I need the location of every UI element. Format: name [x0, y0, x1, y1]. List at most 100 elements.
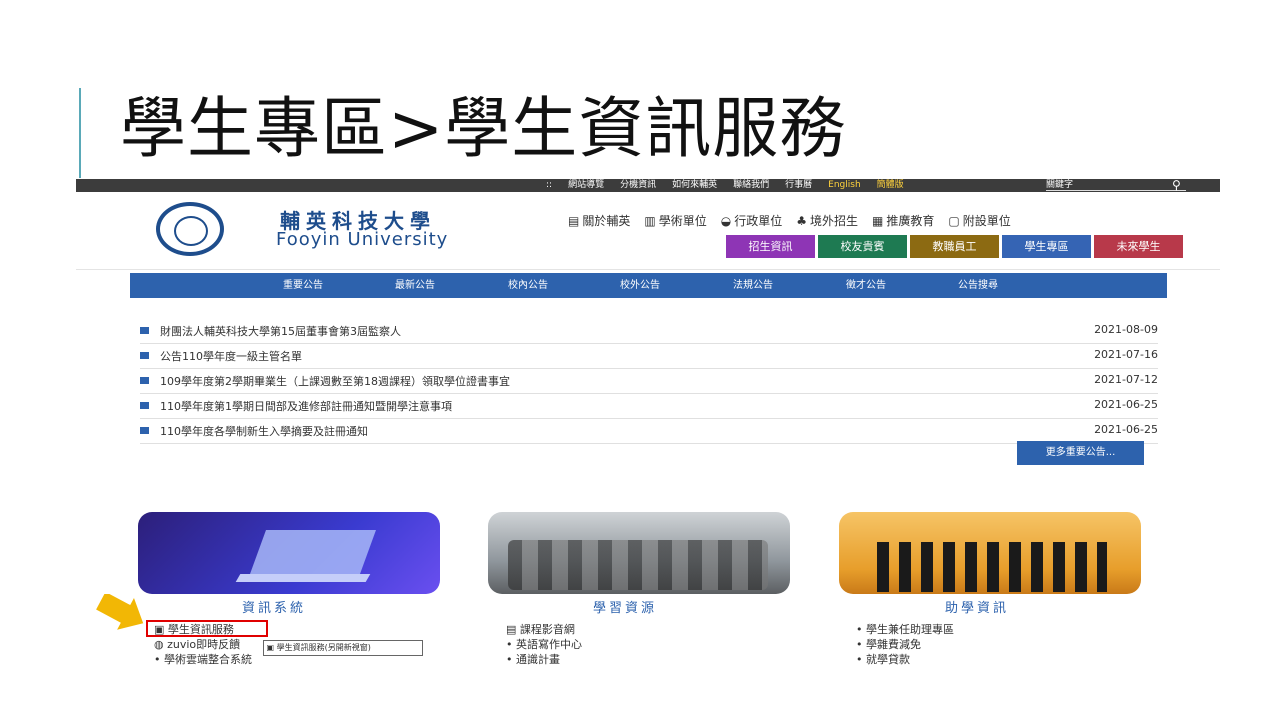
- tooltip-text: 學生資訊服務(另開新視窗): [276, 643, 371, 652]
- bowl-icon: ◒: [720, 213, 732, 228]
- assistant-label: 學生兼任助理專區: [866, 623, 954, 636]
- student-loan-label: 就學貸款: [866, 653, 910, 666]
- video-course-link[interactable]: ▤ 課程影音網: [506, 622, 582, 637]
- announcement-list: 財團法人輔英科技大學第15屆董事會第3屆監察人 2021-08-09 公告110學…: [140, 319, 1158, 444]
- people-icon: ♣: [796, 213, 807, 228]
- staff-button[interactable]: 教職員工: [910, 235, 999, 258]
- nav-overseas[interactable]: ♣ 境外招生: [796, 212, 858, 229]
- news-title[interactable]: 109學年度第2學期畢業生（上課週數至第18週課程）領取學位證書事宜: [160, 373, 510, 389]
- bullet-icon: [140, 377, 149, 384]
- list-item[interactable]: 公告110學年度一級主管名單 2021-07-16: [140, 344, 1158, 369]
- highlight-box: [146, 620, 268, 637]
- link-tooltip: ▣ 學生資訊服務(另開新視窗): [263, 640, 423, 656]
- news-date: 2021-06-25: [1094, 423, 1158, 436]
- financial-aid-image[interactable]: [839, 512, 1141, 594]
- bullet-icon: [140, 327, 149, 334]
- nav-admin-label: 行政單位: [734, 214, 783, 228]
- top-link-extensions[interactable]: 分機資訊: [612, 179, 664, 192]
- list-item[interactable]: 財團法人輔英科技大學第15屆董事會第3屆監察人 2021-08-09: [140, 319, 1158, 344]
- news-title[interactable]: 110學年度各學制新生入學摘要及註冊通知: [160, 423, 368, 439]
- tab-important[interactable]: 重要公告: [278, 273, 328, 300]
- tab-jobs[interactable]: 徵才公告: [846, 273, 886, 298]
- students-button[interactable]: 學生專區: [1002, 235, 1091, 258]
- announcement-tabs: 重要公告 最新公告 校內公告 校外公告 法規公告 徵才公告 公告搜尋: [130, 273, 1167, 300]
- section-title-info: 資訊系統: [242, 601, 307, 616]
- bullet-icon: [140, 352, 149, 359]
- top-bar: :: 網站導覽 分機資訊 如何來輔英 聯絡我們 行事曆 English 簡體版 …: [76, 178, 1220, 192]
- laptop-graphic: [249, 530, 377, 574]
- top-link-simplified[interactable]: 簡體版: [869, 179, 912, 192]
- tab-internal[interactable]: 校內公告: [508, 273, 548, 298]
- nav-affiliated-label: 附設單位: [962, 214, 1011, 228]
- video-course-label: 課程影音網: [519, 623, 575, 636]
- top-link-menu[interactable]: ::: [538, 179, 560, 192]
- nav-overseas-label: 境外招生: [809, 214, 858, 228]
- pointer-arrow-icon: [96, 594, 144, 630]
- alumni-button[interactable]: 校友貴賓: [818, 235, 907, 258]
- nav-academic[interactable]: ▥ 學術單位: [644, 212, 706, 229]
- list-item[interactable]: 110學年度第1學期日間部及進修部註冊通知暨開學注意事項 2021-06-25: [140, 394, 1158, 419]
- writing-center-link[interactable]: • 英語寫作中心: [506, 637, 582, 652]
- tab-regulations[interactable]: 法規公告: [733, 273, 773, 298]
- search-icon[interactable]: ⚲: [1172, 178, 1181, 192]
- zuvio-link[interactable]: ◍ zuvio即時反饋: [154, 637, 252, 652]
- tab-latest[interactable]: 最新公告: [395, 273, 435, 298]
- keyword-input[interactable]: 關鍵字: [1046, 180, 1186, 191]
- student-loan-link[interactable]: • 就學貸款: [856, 652, 954, 667]
- top-link-sitemap[interactable]: 網站導覽: [560, 179, 612, 192]
- news-date: 2021-07-12: [1094, 373, 1158, 386]
- tuition-waiver-link[interactable]: • 學雜費減免: [856, 637, 954, 652]
- list-item[interactable]: 109學年度第2學期畢業生（上課週數至第18週課程）領取學位證書事宜 2021-0…: [140, 369, 1158, 394]
- doc-icon: ▤: [568, 213, 580, 228]
- cloud-system-label: 學術雲端整合系統: [164, 653, 252, 666]
- laptop-base-graphic: [235, 574, 371, 582]
- top-link-calendar[interactable]: 行事曆: [777, 179, 820, 192]
- learning-links: ▤ 課程影音網 • 英語寫作中心 • 通識計畫: [506, 622, 582, 667]
- writing-center-label: 英語寫作中心: [516, 638, 582, 651]
- students-photo: [508, 540, 768, 590]
- window-icon: ▢: [948, 213, 960, 228]
- nav-admin[interactable]: ◒ 行政單位: [721, 212, 783, 229]
- news-title[interactable]: 公告110學年度一級主管名單: [160, 348, 302, 364]
- list-item[interactable]: 110學年度各學制新生入學摘要及註冊通知 2021-06-25: [140, 419, 1158, 444]
- future-students-button[interactable]: 未來學生: [1094, 235, 1183, 258]
- website-screenshot: :: 網站導覽 分機資訊 如何來輔英 聯絡我們 行事曆 English 簡體版 …: [76, 178, 1220, 699]
- main-nav: ▤ 關於輔英 ▥ 學術單位 ◒ 行政單位 ♣ 境外招生 ▦ 推廣教育 ▢ 附設單位: [568, 212, 1011, 229]
- news-date: 2021-08-09: [1094, 323, 1158, 336]
- learning-resources-image[interactable]: [488, 512, 790, 594]
- cloud-system-link[interactable]: • 學術雲端整合系統: [154, 652, 252, 667]
- top-links: :: 網站導覽 分機資訊 如何來輔英 聯絡我們 行事曆 English 簡體版: [538, 179, 912, 192]
- nav-extension-label: 推廣教育: [886, 214, 935, 228]
- nav-about[interactable]: ▤ 關於輔英: [568, 212, 630, 229]
- section-title-learning: 學習資源: [593, 601, 658, 616]
- tab-external[interactable]: 校外公告: [620, 273, 660, 298]
- bullet-icon: [140, 402, 149, 409]
- logo-english-name[interactable]: Fooyin University: [276, 229, 448, 250]
- general-ed-label: 通識計畫: [516, 653, 560, 666]
- top-link-contact[interactable]: 聯絡我們: [725, 179, 777, 192]
- nav-affiliated[interactable]: ▢ 附設單位: [948, 212, 1010, 229]
- slide-title: 學生專區>學生資訊服務: [120, 90, 847, 167]
- nav-academic-label: 學術單位: [658, 214, 707, 228]
- section-title-aid: 助學資訊: [945, 601, 1010, 616]
- top-link-directions[interactable]: 如何來輔英: [664, 179, 725, 192]
- audience-buttons: 招生資訊 校友貴賓 教職員工 學生專區 未來學生: [726, 235, 1183, 258]
- tab-search[interactable]: 公告搜尋: [958, 273, 998, 298]
- nav-about-label: 關於輔英: [582, 214, 631, 228]
- graduates-silhouette: [877, 542, 1107, 592]
- aid-links: • 學生兼任助理專區 • 學雜費減免 • 就學貸款: [856, 622, 954, 667]
- info-system-image[interactable]: [138, 512, 440, 594]
- header-divider: [76, 269, 1220, 270]
- bullet-icon: [140, 427, 149, 434]
- more-announcements-button[interactable]: 更多重要公告...: [1017, 441, 1144, 465]
- general-ed-link[interactable]: • 通識計畫: [506, 652, 582, 667]
- news-title[interactable]: 財團法人輔英科技大學第15屆董事會第3屆監察人: [160, 323, 401, 339]
- admissions-button[interactable]: 招生資訊: [726, 235, 815, 258]
- news-title[interactable]: 110學年度第1學期日間部及進修部註冊通知暨開學注意事項: [160, 398, 452, 414]
- assistant-link[interactable]: • 學生兼任助理專區: [856, 622, 954, 637]
- nav-extension[interactable]: ▦ 推廣教育: [872, 212, 934, 229]
- top-link-english[interactable]: English: [820, 179, 869, 192]
- news-date: 2021-07-16: [1094, 348, 1158, 361]
- slide-accent-line: [79, 88, 81, 178]
- university-seal-logo[interactable]: [156, 202, 224, 256]
